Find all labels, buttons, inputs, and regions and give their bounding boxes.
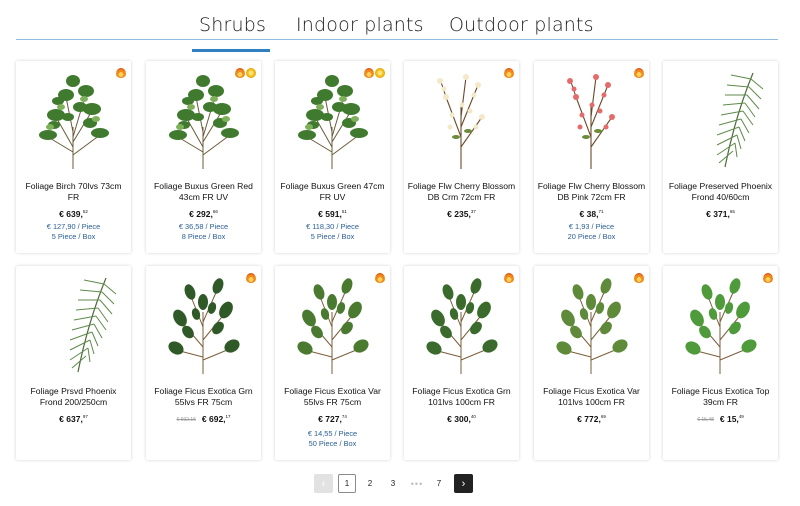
product-card[interactable]: Foliage Ficus Exotica Grn 101lvs 100cm F… [404, 266, 519, 460]
product-name[interactable]: Foliage Prsvd Phoenix Frond 200/250cm [19, 386, 128, 407]
price-cents: 97 [82, 414, 88, 419]
product-image[interactable] [287, 272, 377, 376]
page-7-button[interactable]: 7 [430, 474, 448, 493]
product-price: € 639,52 [16, 209, 131, 219]
per-box: 8 Piece / Box [181, 232, 226, 241]
price-cents: 65 [729, 209, 735, 214]
per-box: 5 Piece / Box [51, 232, 96, 241]
per-box: 50 Piece / Box [308, 439, 357, 448]
product-card[interactable]: Foliage Preserved Phoenix Frond 40/60cm … [663, 61, 778, 253]
price-cents: 74 [341, 414, 347, 419]
price-cents: 69 [600, 414, 606, 419]
page-2-button[interactable]: 2 [361, 474, 379, 493]
product-image[interactable] [28, 272, 118, 376]
product-image[interactable] [546, 272, 636, 376]
page-3-button[interactable]: 3 [384, 474, 402, 493]
price-cents: 51 [341, 209, 347, 214]
product-card[interactable]: Foliage Buxus Green 47cm FR UV € 591,51 … [275, 61, 390, 253]
product-price: € 371,65 [663, 209, 778, 219]
unit-price: € 118,30 / Piece [306, 222, 359, 231]
price-main: € 235, [447, 209, 471, 219]
product-card[interactable]: Foliage Ficus Exotica Top 39cm FR € 15,4… [663, 266, 778, 460]
old-price: € 692,16 [176, 417, 196, 423]
product-price: € 637,97 [16, 414, 131, 424]
product-price: € 292,66 [146, 209, 261, 219]
per-box: 5 Piece / Box [310, 232, 355, 241]
product-image[interactable] [158, 67, 248, 171]
product-image[interactable] [416, 272, 506, 376]
chevron-left-icon: ‹ [321, 477, 326, 490]
product-name[interactable]: Foliage Buxus Green 47cm FR UV [278, 181, 387, 202]
price-main: € 692, [201, 414, 226, 424]
unit-price: € 127,90 / Piece [46, 222, 101, 231]
product-name[interactable]: Foliage Ficus Exotica Grn 55lvs FR 75cm [149, 386, 258, 407]
next-page-button[interactable]: › [454, 474, 473, 493]
product-image[interactable] [28, 67, 118, 171]
chevron-right-icon: › [461, 477, 466, 490]
product-name[interactable]: Foliage Ficus Exotica Var 101lvs 100cm F… [537, 386, 646, 407]
product-name[interactable]: Foliage Birch 70lvs 73cm FR [19, 181, 128, 202]
product-price: € 235,37 [404, 209, 519, 219]
product-image[interactable] [287, 67, 377, 171]
unit-price: € 14,55 / Piece [307, 429, 358, 438]
product-card[interactable]: Foliage Ficus Exotica Grn 55lvs FR 75cm … [146, 266, 261, 460]
product-card[interactable]: Foliage Prsvd Phoenix Frond 200/250cm € … [16, 266, 131, 460]
price-cents: 37 [470, 209, 476, 214]
product-image[interactable] [546, 67, 636, 171]
product-name[interactable]: Foliage Flw Cherry Blossom DB Crm 72cm F… [407, 181, 516, 202]
product-image[interactable] [416, 67, 506, 171]
prev-page-button[interactable]: ‹ [314, 474, 333, 493]
product-card[interactable]: Foliage Flw Cherry Blossom DB Pink 72cm … [534, 61, 649, 253]
product-name[interactable]: Foliage Preserved Phoenix Frond 40/60cm [666, 181, 775, 202]
product-price: € 772,69 [534, 414, 649, 424]
product-price: € 692,16 € 692,17 [146, 414, 261, 424]
product-card[interactable]: Foliage Buxus Green Red 43cm FR UV € 292… [146, 61, 261, 253]
unit-price: € 1,93 / Piece [568, 222, 615, 231]
price-cents: 52 [82, 209, 88, 214]
product-image[interactable] [675, 272, 765, 376]
product-price: € 591,51 [275, 209, 390, 219]
product-card[interactable]: Foliage Birch 70lvs 73cm FR € 639,52 € 1… [16, 61, 131, 253]
product-name[interactable]: Foliage Ficus Exotica Grn 101lvs 100cm F… [407, 386, 516, 407]
unit-price: € 36,58 / Piece [178, 222, 229, 231]
old-price: € 15,48 [697, 417, 714, 423]
product-price: € 15,48 € 15,49 [663, 414, 778, 424]
product-name[interactable]: Foliage Ficus Exotica Var 55lvs FR 75cm [278, 386, 387, 407]
price-main: € 371, [706, 209, 730, 219]
product-price: € 300,40 [404, 414, 519, 424]
price-cents: 40 [470, 414, 476, 419]
pagination-ellipsis: ••• [410, 478, 424, 489]
product-price: € 38,71 [534, 209, 649, 219]
price-main: € 15, [719, 414, 739, 424]
product-price: € 727,74 [275, 414, 390, 424]
product-name[interactable]: Foliage Flw Cherry Blossom DB Pink 72cm … [537, 181, 646, 202]
product-grid: Foliage Birch 70lvs 73cm FR € 639,52 € 1… [0, 0, 800, 470]
price-main: € 727, [318, 414, 342, 424]
product-card[interactable]: Foliage Ficus Exotica Var 55lvs FR 75cm … [275, 266, 390, 460]
price-main: € 591, [318, 209, 342, 219]
price-cents: 49 [738, 414, 744, 419]
per-box: 20 Piece / Box [567, 232, 616, 241]
price-main: € 772, [577, 414, 601, 424]
product-image[interactable] [158, 272, 248, 376]
price-main: € 292, [189, 209, 213, 219]
price-cents: 17 [225, 414, 231, 419]
page-1-button[interactable]: 1 [338, 474, 356, 493]
price-cents: 71 [598, 209, 604, 214]
product-image[interactable] [675, 67, 765, 171]
product-name[interactable]: Foliage Ficus Exotica Top 39cm FR [666, 386, 775, 407]
product-card[interactable]: Foliage Flw Cherry Blossom DB Crm 72cm F… [404, 61, 519, 253]
price-main: € 38, [579, 209, 599, 219]
price-main: € 637, [59, 414, 83, 424]
product-name[interactable]: Foliage Buxus Green Red 43cm FR UV [149, 181, 258, 202]
price-main: € 300, [447, 414, 471, 424]
pagination: ‹ 1 2 3 ••• 7 › [0, 474, 800, 494]
product-card[interactable]: Foliage Ficus Exotica Var 101lvs 100cm F… [534, 266, 649, 460]
price-cents: 66 [212, 209, 218, 214]
price-main: € 639, [59, 209, 83, 219]
